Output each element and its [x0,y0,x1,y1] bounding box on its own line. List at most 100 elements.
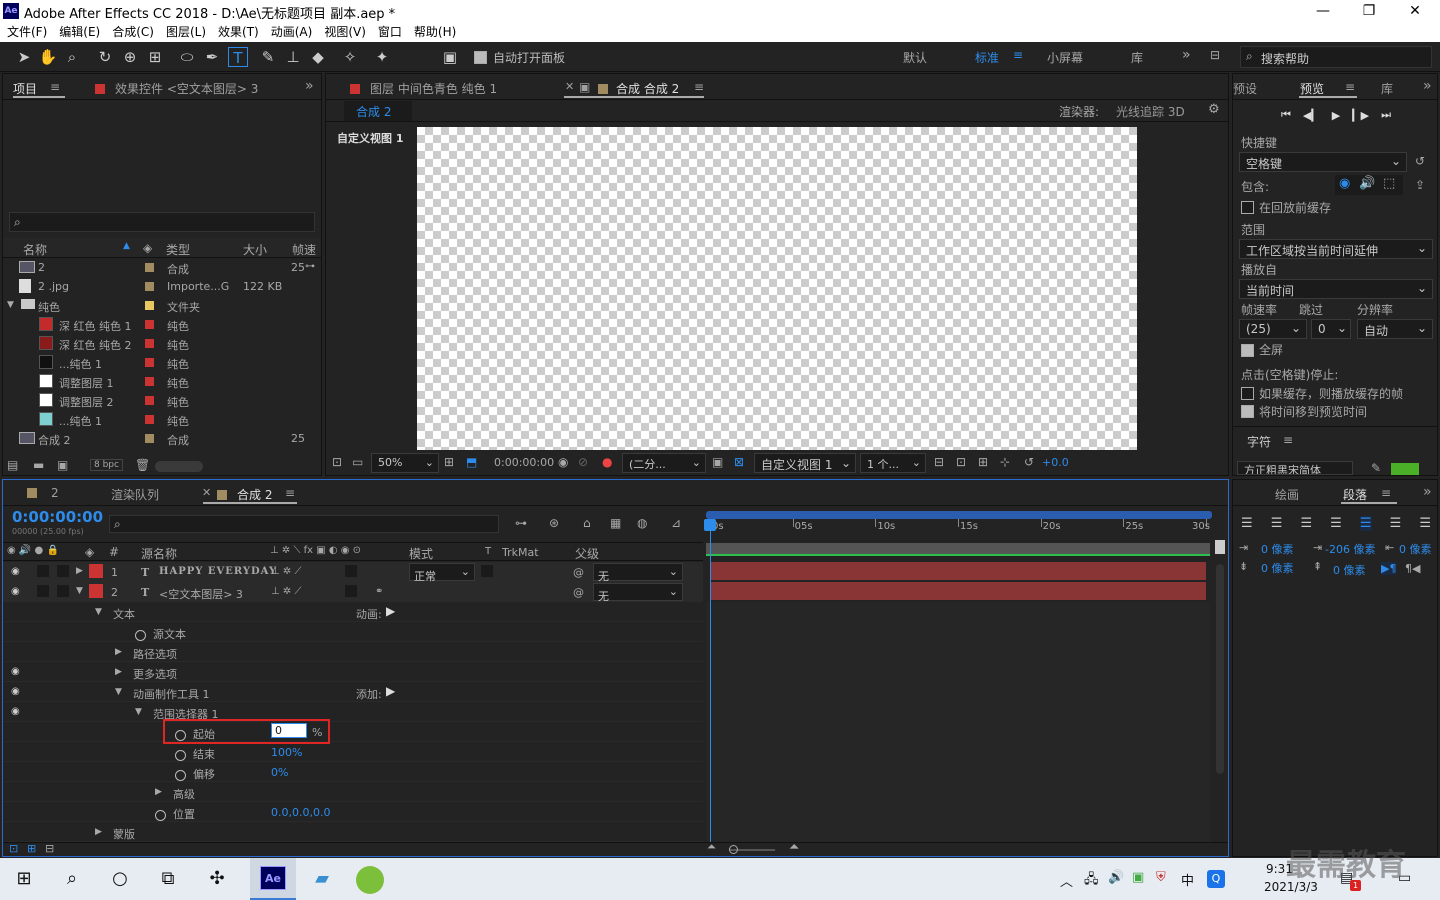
property-row[interactable]: ▼ 文本 动画: ▶ [3,602,703,622]
next-frame-icon[interactable]: ▎▶ [1352,109,1369,122]
tab-character[interactable]: 字符 [1247,433,1271,450]
ime-lang-indicator[interactable]: 中 [1181,870,1194,889]
current-time-display[interactable]: 0:00:00:00 [494,456,554,469]
workspace-standard[interactable]: 标准 [975,49,999,66]
reset-icon[interactable]: ↺ [1415,154,1425,168]
notepad-app-icon[interactable]: ▰ [308,865,336,893]
timeline-current-time[interactable]: 0:00:00:00 [12,508,103,526]
layer-row-2[interactable]: ◉ ▼ 2 T <空文本图层> 3 ⊥ ✲ ⟋ ⚭ @ 无 ⌄ [3,582,703,603]
space-after-value[interactable]: 0 像素 [1333,562,1366,578]
label-color-swatch[interactable] [145,320,154,329]
play-from-select[interactable]: 当前时间 ⌄ [1239,279,1433,299]
menu-animation[interactable]: 动画(A) [271,22,313,42]
label-col-icon[interactable]: ◈ [143,241,152,255]
channel-icon[interactable]: ● [602,455,612,469]
zoom-tool-icon[interactable]: ⌕ [62,47,82,67]
comp-viewer[interactable]: 自定义视图 1 [326,122,1228,450]
play-icon[interactable]: ▶ [1332,109,1340,122]
panel-toggle-icon[interactable]: ▣ [440,47,460,67]
modes-toggle-icon[interactable]: ⊞ [27,842,36,855]
menu-view[interactable]: 视图(V) [324,22,366,42]
views-layout-select[interactable]: 1 个... ⌄ [860,453,926,473]
layer-label-swatch[interactable] [89,564,103,578]
zoom-in-icon[interactable]: ⏶ [789,840,799,855]
timeline-v-scrollbar[interactable] [1216,564,1224,774]
motion-blur-icon[interactable]: ◍ [637,516,647,530]
project-item[interactable]: ...纯色 1 纯色 [3,410,321,429]
menu-window[interactable]: 窗口 [378,22,402,42]
add-animator-icon[interactable]: ▶ [386,604,395,618]
indent-right-value[interactable]: 0 像素 [1399,541,1432,557]
more-workspaces-icon[interactable]: » [1182,47,1191,63]
pan-behind-tool-icon[interactable]: ⊞ [145,47,165,67]
3d-layer-icon[interactable]: ⚭ [375,586,383,597]
panel-menu-icon[interactable]: ≡ [1283,433,1293,447]
fill-color-swatch[interactable] [1391,463,1419,475]
fast-preview-icon[interactable]: ⊡ [956,455,966,469]
property-row[interactable]: ◉ ▼ 范围选择器 1 [3,702,703,722]
property-row[interactable]: ▶ 路径选项 [3,642,703,662]
res-select[interactable]: 自动 ⌄ [1357,319,1433,339]
indent-first-value[interactable]: -206 像素 [1325,541,1375,557]
label-color-swatch[interactable] [145,396,154,405]
property-row[interactable]: 起始 0% [3,719,703,744]
property-row[interactable]: ▶ 蒙版 [3,822,703,842]
start-value-input[interactable]: 0 [271,723,307,738]
safe-zones-icon[interactable]: ⊞ [444,455,454,469]
collapse-property-icon[interactable]: ▼ [135,707,142,717]
always-preview-icon[interactable]: ⊡ [332,455,342,469]
project-scrollbar[interactable] [155,461,203,472]
audio-speaker-icon[interactable]: 🔊 [1359,176,1375,191]
property-row[interactable]: 偏移 0% [3,762,703,782]
region-of-interest-icon[interactable]: ▣ [712,455,723,469]
project-item[interactable]: 合成 2 合成 25 [3,429,321,448]
label-color-swatch[interactable] [145,434,154,443]
help-search-box[interactable]: ⌕ 搜索帮助 [1240,46,1432,68]
project-search-input[interactable]: ⌕ [9,212,315,232]
in-out-toggle-icon[interactable]: ⊟ [45,842,54,855]
ltr-direction-icon[interactable]: ▶¶ [1381,562,1397,575]
transparency-grid-icon[interactable]: ⊠ [734,455,744,469]
project-item[interactable]: ...纯色 1 纯色 [3,353,321,372]
new-comp-icon[interactable]: ▣ [57,458,68,472]
justify-left-icon[interactable]: ☰ [1330,516,1342,531]
mask-visibility-icon[interactable]: ⬒ [466,455,477,469]
workspace-menu-icon[interactable]: ≡ [1013,48,1023,62]
panel-menu-icon[interactable]: ≡ [694,80,704,94]
project-item[interactable]: 2 .jpg Importe...G 122 KB [3,277,321,296]
property-row[interactable]: ◉ ▶ 更多选项 [3,662,703,682]
expand-property-icon[interactable]: ▶ [155,787,162,797]
prev-frame-icon[interactable]: ◀▎ [1303,109,1320,122]
property-row[interactable]: ▶ 高级 [3,782,703,802]
project-item[interactable]: 调整图层 2 纯色 [3,391,321,410]
timeline-scroll-top-icon[interactable] [1215,540,1225,554]
menu-help[interactable]: 帮助(H) [414,22,456,42]
expand-property-icon[interactable]: ▶ [115,647,122,657]
resolution-select[interactable]: (二分... ⌄ [622,453,706,473]
col-type[interactable]: 类型 [166,241,190,258]
stopwatch-icon[interactable] [135,630,146,641]
range-select[interactable]: 工作区域按当前时间延伸 ⌄ [1239,239,1433,259]
cortana-circle-icon[interactable]: ○ [106,865,134,893]
sort-ascending-icon[interactable]: ▲ [123,241,130,251]
flowchart-icon[interactable]: ⊹ [1000,455,1010,469]
collapse-folder-icon[interactable]: ▼ [7,300,14,310]
workspace-default[interactable]: 默认 [903,49,927,66]
collapse-property-icon[interactable]: ▼ [115,687,122,697]
network-icon[interactable]: 🖧 [1084,870,1099,892]
panel-menu-icon[interactable]: ≡ [285,486,295,500]
add-animator-icon[interactable]: ▶ [386,684,395,698]
pinwheel-app-icon[interactable]: ✣ [203,865,231,893]
close-tab-icon[interactable]: ✕ [565,80,574,93]
label-color-swatch[interactable] [145,377,154,386]
volume-icon[interactable]: 🔊 [1108,870,1124,885]
time-ruler[interactable]: 0s 05s 10s 15s 20s 25s 30s [706,519,1214,541]
label-color-swatch[interactable] [145,301,154,310]
property-value[interactable]: 100% [271,746,302,759]
frame-blending-icon[interactable]: ▦ [610,516,621,530]
layer-name[interactable]: HAPPY EVERYDAY [159,566,277,577]
tab-composition[interactable]: 合成 合成 2 [616,82,679,96]
tab-presets[interactable]: 预设 [1233,80,1257,97]
comp-mini-flowchart-icon[interactable]: ⊶ [515,516,527,530]
zoom-select[interactable]: 50% ⌄ [371,453,439,473]
